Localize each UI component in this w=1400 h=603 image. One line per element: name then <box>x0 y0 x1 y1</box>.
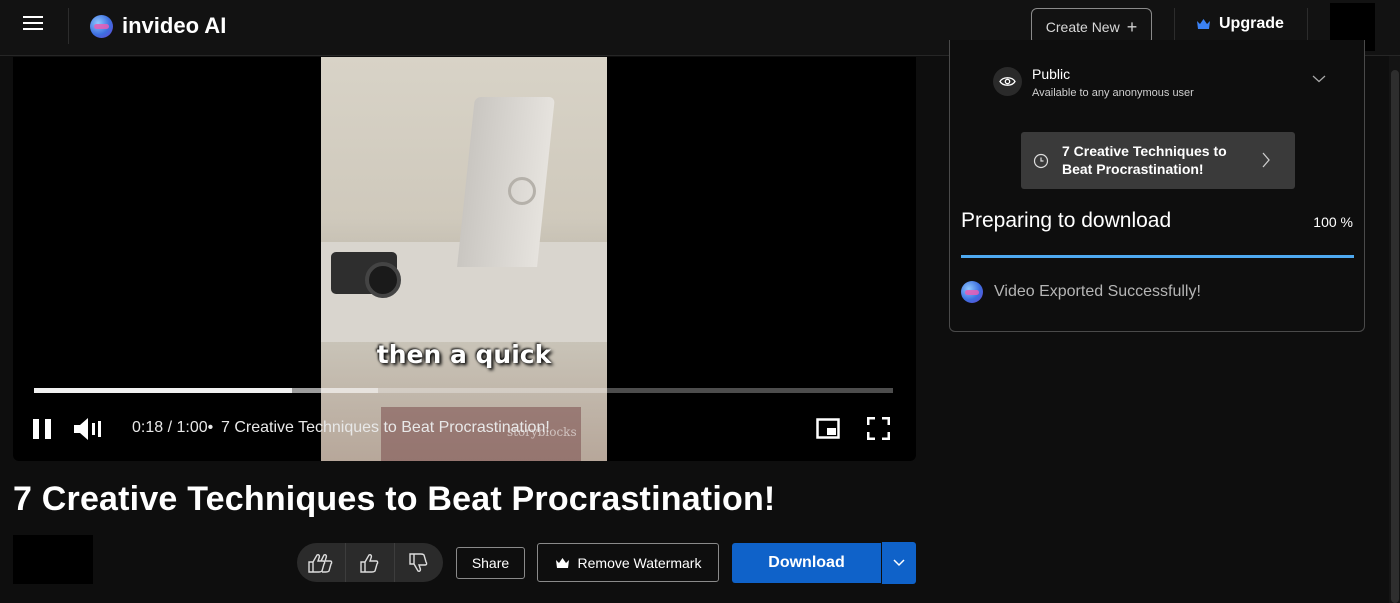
scene-monitor-hole <box>508 177 536 205</box>
task-title: 7 Creative Techniques to Beat Procrastin… <box>1062 143 1227 177</box>
status-title: Preparing to download <box>961 209 1172 232</box>
invideo-logo-icon <box>90 14 113 38</box>
chevron-down-icon <box>893 559 905 567</box>
progress-played <box>34 388 292 393</box>
scrollbar-thumb[interactable] <box>1391 70 1399 603</box>
app-name: invideo AI <box>122 13 227 38</box>
plus-icon: + <box>1126 16 1138 37</box>
eye-icon <box>999 77 1016 86</box>
thumbs-down-icon <box>409 552 428 572</box>
crown-icon <box>1197 19 1210 29</box>
header-divider <box>68 8 69 44</box>
video-title: 7 Creative Techniques to Beat Procrastin… <box>13 480 776 518</box>
rating-group <box>297 543 443 582</box>
visibility-label: Public <box>1032 66 1071 82</box>
upgrade-button[interactable]: Upgrade <box>1196 15 1284 33</box>
pause-icon[interactable] <box>31 417 53 441</box>
remove-watermark-label: Remove Watermark <box>577 554 702 571</box>
visibility-description: Available to any anonymous user <box>1032 87 1194 99</box>
video-frame: then a quick storyblocks <box>321 57 607 461</box>
download-button[interactable]: Download <box>732 543 881 583</box>
export-progress-fill <box>961 255 1354 258</box>
dislike-button[interactable] <box>395 543 443 582</box>
upgrade-label: Upgrade <box>1219 15 1284 32</box>
header-divider <box>1307 8 1308 44</box>
app-logo[interactable]: invideo AI <box>90 13 226 39</box>
chevron-right-icon <box>1262 152 1270 168</box>
header-divider <box>1174 8 1175 44</box>
invideo-avatar-icon <box>961 281 983 303</box>
like-button[interactable] <box>346 543 395 582</box>
hamburger-menu-icon[interactable] <box>21 12 45 34</box>
love-it-button[interactable] <box>297 543 346 582</box>
clock-icon <box>1033 153 1049 169</box>
player-title-overlay: 7 Creative Techniques to Beat Procrastin… <box>221 419 550 436</box>
chevron-down-icon[interactable] <box>1312 75 1326 83</box>
video-caption: then a quick <box>376 340 552 369</box>
share-button[interactable]: Share <box>456 547 525 579</box>
channel-thumbnail[interactable] <box>13 535 93 584</box>
remove-watermark-button[interactable]: Remove Watermark <box>537 543 719 582</box>
video-player[interactable]: then a quick storyblocks 0:18 / 1:00• 7 … <box>13 57 916 461</box>
export-progress-bar <box>961 255 1354 258</box>
volume-muted-icon[interactable] <box>73 417 103 441</box>
video-progress-bar[interactable] <box>34 388 893 393</box>
create-new-label: Create New <box>1045 18 1120 35</box>
progress-percent: 100 % <box>1313 214 1353 230</box>
crown-icon <box>555 557 569 568</box>
scene-camera-lens <box>365 262 401 298</box>
success-message: Video Exported Successfully! <box>994 283 1201 300</box>
download-options-dropdown[interactable] <box>882 542 916 584</box>
picture-in-picture-icon[interactable] <box>816 418 840 439</box>
visibility-icon-wrap <box>993 67 1022 96</box>
time-current-duration: 0:18 / 1:00 <box>132 419 208 436</box>
time-separator: • <box>207 419 214 436</box>
export-panel: Public Available to any anonymous user 7… <box>949 40 1365 332</box>
download-label: Download <box>768 554 845 571</box>
fullscreen-icon[interactable] <box>867 417 890 440</box>
share-label: Share <box>471 555 510 571</box>
time-display: 0:18 / 1:00• <box>132 419 213 437</box>
double-thumbs-up-icon <box>308 553 333 573</box>
export-task-card[interactable]: 7 Creative Techniques to Beat Procrastin… <box>1021 132 1295 189</box>
thumbs-up-icon <box>360 553 379 573</box>
